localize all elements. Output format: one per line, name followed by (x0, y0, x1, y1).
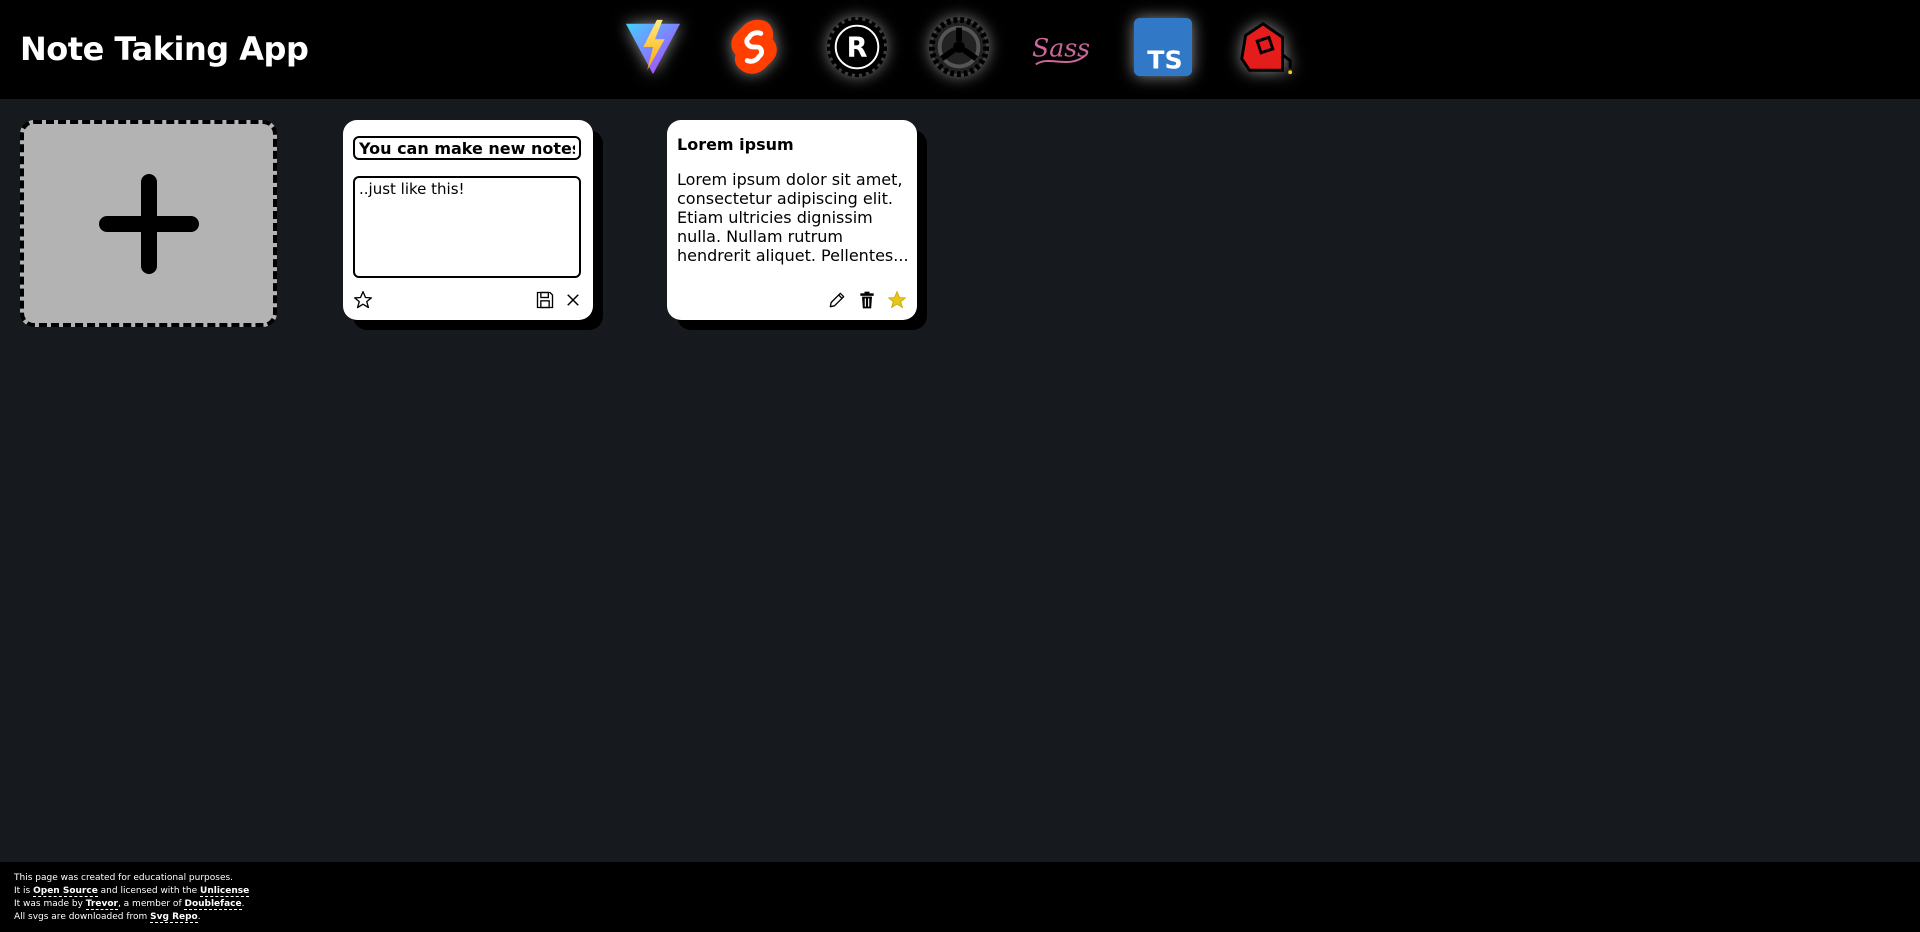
add-note-button[interactable] (20, 120, 277, 327)
note-card: Lorem ipsum Lorem ipsum dolor sit amet, … (667, 120, 917, 320)
svelte-icon[interactable] (724, 14, 786, 80)
fuel-can-icon[interactable] (1234, 14, 1296, 80)
svg-repo-link[interactable]: Svg Repo (150, 912, 198, 923)
doubleface-link[interactable]: Doubleface (184, 899, 242, 910)
trevor-link[interactable]: Trevor (85, 899, 118, 910)
footer-line-1: This page was created for educational pu… (14, 873, 234, 883)
note-title-input[interactable] (353, 136, 581, 160)
page-footer: This page was created for educational pu… (0, 862, 1920, 932)
edit-pencil-icon[interactable] (827, 290, 847, 310)
star-filled-icon[interactable] (887, 290, 907, 310)
open-source-link[interactable]: Open Source (33, 886, 98, 897)
top-bar: Note Taking App R Sass TS (0, 0, 1920, 99)
sass-icon[interactable]: Sass (1030, 14, 1092, 80)
star-outline-icon[interactable] (353, 290, 373, 310)
footer-line-2: It is Open Source and licensed with the … (14, 886, 250, 897)
tech-icons: R Sass TS (622, 14, 1296, 84)
note-body-input[interactable]: ..just like this! (353, 176, 581, 278)
rust-icon[interactable]: R (826, 14, 888, 80)
note-body: Lorem ipsum dolor sit amet, consectetur … (677, 170, 909, 265)
app-title: Note Taking App (20, 30, 309, 68)
close-icon[interactable] (563, 290, 583, 310)
trash-icon[interactable] (857, 290, 877, 310)
plus-icon (98, 173, 199, 274)
typescript-icon[interactable]: TS (1132, 14, 1194, 80)
svg-text:R: R (847, 33, 868, 64)
vite-icon[interactable] (622, 14, 684, 80)
footer-line-4: All svgs are downloaded from Svg Repo. (14, 912, 201, 923)
save-icon[interactable] (535, 290, 555, 310)
note-title: Lorem ipsum (677, 135, 794, 154)
tauri-gear-icon[interactable] (928, 14, 990, 80)
note-card-editing: ..just like this! (343, 120, 593, 320)
footer-line-3: It was made by Trevor, a member of Doubl… (14, 899, 245, 910)
svg-text:TS: TS (1147, 45, 1182, 74)
unlicense-link[interactable]: Unlicense (200, 886, 250, 897)
